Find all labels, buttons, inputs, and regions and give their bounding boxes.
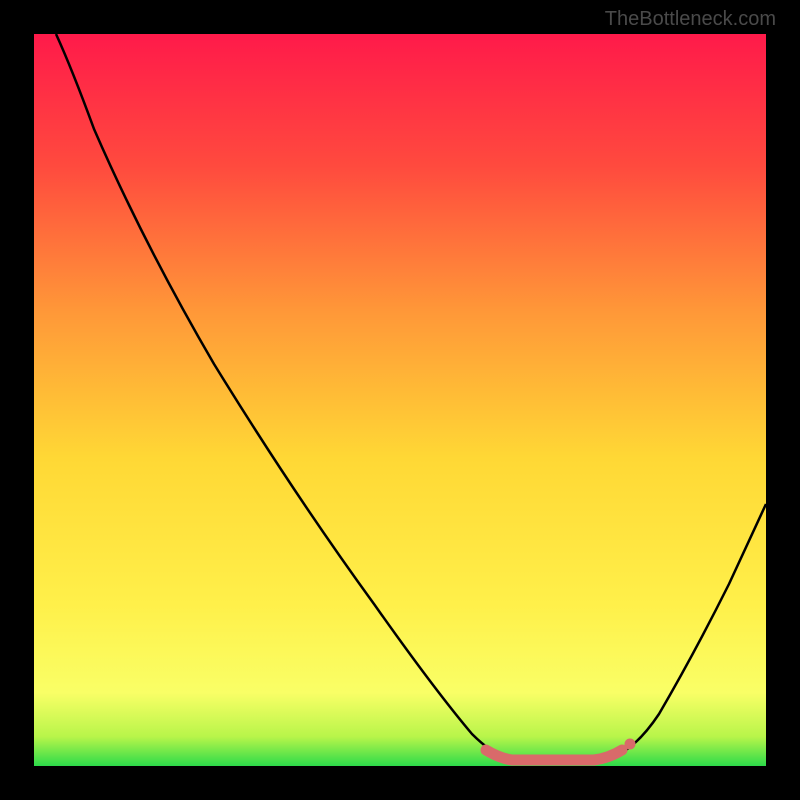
- optimal-range-marker: [34, 34, 766, 766]
- chart-area: [34, 34, 766, 766]
- watermark-text: TheBottleneck.com: [605, 8, 776, 31]
